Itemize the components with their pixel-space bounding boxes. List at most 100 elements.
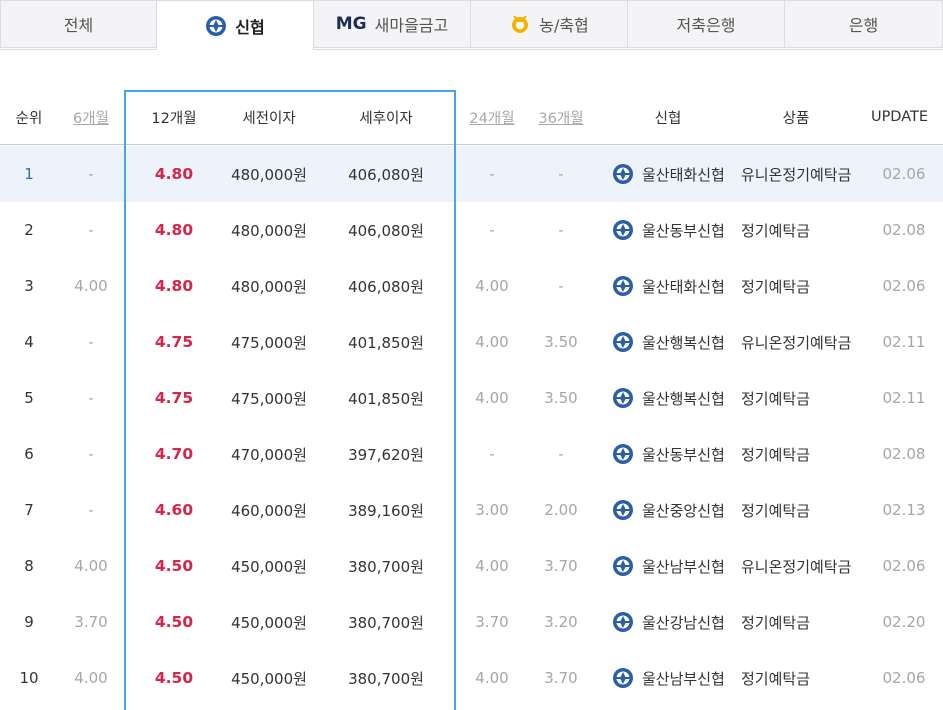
rate-24month-cell: 4.00 <box>475 557 509 575</box>
pretax-interest-cell: 450,000원 <box>231 669 307 688</box>
pretax-interest-cell: 475,000원 <box>231 333 307 352</box>
rank-cell: 2 <box>24 221 34 239</box>
institution-name: 울산동부신협 <box>642 445 725 464</box>
tab-label: 은행 <box>848 16 879 35</box>
tab-label: 신협 <box>235 17 265 37</box>
table-row[interactable]: 1 - 4.80 480,000원 406,080원 - - 울산태화신협 유니온정기예탁금 02… <box>0 146 943 202</box>
rank-cell: 1 <box>24 165 34 183</box>
rate-12month-cell: 4.75 <box>154 389 194 407</box>
pretax-interest-cell: 480,000원 <box>231 165 307 184</box>
rate-24month-cell: 4.00 <box>475 277 509 295</box>
table-row[interactable]: 2 - 4.80 480,000원 406,080원 - - 울산동부신협 정기예탁금 02.08 <box>0 202 943 258</box>
institution-cell[interactable]: 울산강남신협 <box>612 594 740 650</box>
table-row[interactable]: 8 4.00 4.50 450,000원 380,700원 4.00 3.70 울산남부신협 유… <box>0 538 943 594</box>
product-cell[interactable]: 정기예탁금 <box>741 370 856 426</box>
header-institution: 신협 <box>654 110 682 127</box>
rate-12month-cell: 4.50 <box>154 557 194 575</box>
rank-cell: 9 <box>24 613 34 631</box>
tab-savings-bank[interactable]: 저축은행 <box>627 0 785 48</box>
institution-name: 울산남부신협 <box>642 557 725 576</box>
institution-cell[interactable]: 울산중앙신협 <box>612 482 740 538</box>
rate-24month-cell: 4.00 <box>475 389 509 407</box>
rank-cell: 3 <box>24 277 34 295</box>
product-cell[interactable]: 정기예탁금 <box>741 594 856 650</box>
header-update: UPDATE <box>870 109 929 125</box>
product-cell[interactable]: 정기예탁금 <box>741 258 856 314</box>
table-row[interactable]: 9 3.70 4.50 450,000원 380,700원 3.70 3.20 울산강남신협 정… <box>0 594 943 650</box>
institution-name: 울산동부신협 <box>642 221 725 240</box>
tab-shinhyup[interactable]: 신협 <box>156 0 314 50</box>
rate-36month-cell: 3.50 <box>544 333 578 351</box>
header-12month: 12개월 <box>151 110 197 127</box>
update-date-cell: 02.06 <box>882 165 926 183</box>
tab-saemaeul[interactable]: MG 새마을금고 <box>313 0 471 48</box>
aftertax-interest-cell: 406,080원 <box>348 221 424 240</box>
rate-36month-cell: 3.50 <box>544 389 578 407</box>
update-date-cell: 02.11 <box>882 389 926 407</box>
rate-6month-cell: 4.00 <box>74 277 108 295</box>
header-24month[interactable]: 24개월 <box>458 90 526 144</box>
product-cell[interactable]: 정기예탁금 <box>741 482 856 538</box>
header-36month[interactable]: 36개월 <box>526 90 596 144</box>
product-cell[interactable]: 정기예탁금 <box>741 202 856 258</box>
update-date-cell: 02.06 <box>882 277 926 295</box>
rate-24month-cell: 4.00 <box>475 333 509 351</box>
tab-label: 농/축협 <box>539 16 589 35</box>
institution-cell[interactable]: 울산동부신협 <box>612 202 740 258</box>
update-date-cell: 02.11 <box>882 333 926 351</box>
aftertax-interest-cell: 401,850원 <box>348 333 424 352</box>
table-row[interactable]: 5 - 4.75 475,000원 401,850원 4.00 3.50 울산행복신협 정기예탁… <box>0 370 943 426</box>
product-cell[interactable]: 정기예탁금 <box>741 426 856 482</box>
table-row[interactable]: 7 - 4.60 460,000원 389,160원 3.00 2.00 울산중앙신협 정기예탁… <box>0 482 943 538</box>
institution-name: 울산중앙신협 <box>642 501 725 520</box>
rate-12month-cell: 4.80 <box>154 165 194 183</box>
tab-bank[interactable]: 은행 <box>784 0 943 48</box>
header-aftertax-interest: 세후이자 <box>359 110 413 127</box>
table-row[interactable]: 4 - 4.75 475,000원 401,850원 4.00 3.50 울산행복신협 유니온정… <box>0 314 943 370</box>
rate-24month-cell: 3.00 <box>475 501 509 519</box>
institution-cell[interactable]: 울산태화신협 <box>612 146 740 202</box>
rate-12month-cell: 4.75 <box>154 333 194 351</box>
header-pretax-interest: 세전이자 <box>242 110 296 127</box>
rate-6month-cell: 4.00 <box>74 557 108 575</box>
institution-name: 울산남부신협 <box>642 669 725 688</box>
institution-name: 울산행복신협 <box>642 333 725 352</box>
header-6month[interactable]: 6개월 <box>58 90 124 144</box>
shinhyup-logo-icon <box>613 444 633 464</box>
rank-cell: 5 <box>24 389 34 407</box>
pretax-interest-cell: 460,000원 <box>231 501 307 520</box>
pretax-interest-cell: 450,000원 <box>231 613 307 632</box>
pretax-interest-cell: 450,000원 <box>231 557 307 576</box>
pretax-interest-cell: 480,000원 <box>231 221 307 240</box>
product-cell[interactable]: 정기예탁금 <box>741 650 856 706</box>
rate-12month-cell: 4.80 <box>154 221 194 239</box>
rate-24month-cell: - <box>489 165 495 183</box>
rank-cell: 10 <box>19 669 39 687</box>
rate-6month-cell: - <box>88 389 94 407</box>
product-cell[interactable]: 유니온정기예탁금 <box>741 538 856 594</box>
rate-6month-cell: 3.70 <box>74 613 108 631</box>
product-cell[interactable]: 유니온정기예탁금 <box>741 314 856 370</box>
institution-cell[interactable]: 울산태화신협 <box>612 258 740 314</box>
header-divider <box>0 144 943 145</box>
shinhyup-logo-icon <box>613 668 633 688</box>
institution-cell[interactable]: 울산남부신협 <box>612 538 740 594</box>
institution-cell[interactable]: 울산행복신협 <box>612 314 740 370</box>
product-cell[interactable]: 유니온정기예탁금 <box>741 146 856 202</box>
rate-36month-cell: 3.70 <box>544 669 578 687</box>
institution-cell[interactable]: 울산남부신협 <box>612 650 740 706</box>
shinhyup-logo-icon <box>613 332 633 352</box>
rate-36month-cell: - <box>558 165 564 183</box>
table-row[interactable]: 3 4.00 4.80 480,000원 406,080원 4.00 - 울산태화신협 정기예탁… <box>0 258 943 314</box>
rate-12month-cell: 4.70 <box>154 445 194 463</box>
shinhyup-logo-icon <box>205 15 227 37</box>
rank-cell: 4 <box>24 333 34 351</box>
institution-cell[interactable]: 울산행복신협 <box>612 370 740 426</box>
rate-12month-cell: 4.50 <box>154 613 194 631</box>
tab-nonghyup[interactable]: 농/축협 <box>470 0 628 48</box>
table-row[interactable]: 6 - 4.70 470,000원 397,620원 - - 울산동부신협 정기예탁금 02.08 <box>0 426 943 482</box>
shinhyup-logo-icon <box>613 556 633 576</box>
tab-all[interactable]: 전체 <box>0 0 157 48</box>
institution-cell[interactable]: 울산동부신협 <box>612 426 740 482</box>
table-row[interactable]: 10 4.00 4.50 450,000원 380,700원 4.00 3.70 울산남부신협… <box>0 650 943 706</box>
